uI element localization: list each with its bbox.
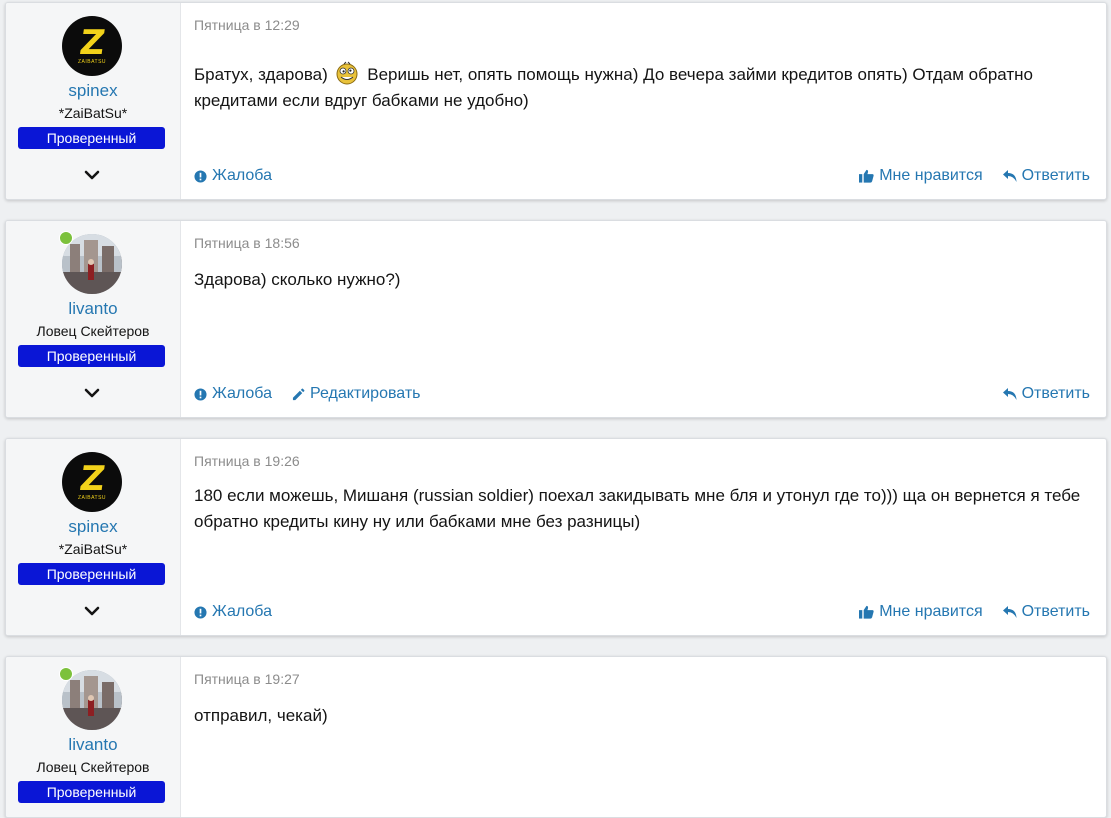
chevron-down-icon[interactable] bbox=[82, 165, 102, 185]
online-status-indicator bbox=[59, 667, 73, 681]
post-date[interactable]: Пятница в 12:29 bbox=[194, 17, 300, 33]
username[interactable]: livanto bbox=[6, 299, 180, 319]
verified-badge: Проверенный bbox=[18, 563, 165, 585]
report-label: Жалоба bbox=[212, 603, 272, 620]
avatar[interactable] bbox=[62, 670, 122, 730]
post-text: Братух, здарова) Веришь нет, опять помощ… bbox=[194, 61, 1086, 114]
username[interactable]: livanto bbox=[6, 735, 180, 755]
like-label: Мне нравится bbox=[879, 603, 983, 620]
like-button[interactable]: Мне нравится bbox=[859, 603, 983, 621]
avatar[interactable] bbox=[62, 234, 122, 294]
report-label: Жалоба bbox=[212, 385, 272, 402]
reply-label: Ответить bbox=[1021, 603, 1090, 620]
avatar-photo-image bbox=[62, 234, 122, 294]
verified-badge: Проверенный bbox=[18, 345, 165, 367]
reply-icon bbox=[1002, 388, 1017, 400]
post-text-part: Братух, здарова) bbox=[194, 65, 328, 84]
message-post: Z ZAIBATSU spinex *ZaiBatSu* Проверенный… bbox=[5, 438, 1107, 636]
avatar-photo-image bbox=[62, 670, 122, 730]
post-actions: Жалоба Мне нравится Ответить bbox=[194, 603, 1090, 621]
pencil-icon bbox=[292, 388, 305, 400]
edit-label: Редактировать bbox=[309, 385, 421, 402]
thumbs-up-icon bbox=[859, 169, 874, 183]
report-label: Жалоба bbox=[212, 167, 272, 184]
like-label: Мне нравится bbox=[879, 167, 983, 184]
reply-button[interactable]: Ответить bbox=[1002, 385, 1090, 403]
message-body: Пятница в 19:27 отправил, чекай) bbox=[181, 657, 1106, 817]
post-date[interactable]: Пятница в 19:26 bbox=[194, 453, 300, 469]
post-date[interactable]: Пятница в 18:56 bbox=[194, 235, 300, 251]
reply-label: Ответить bbox=[1021, 385, 1090, 402]
report-button[interactable]: Жалоба bbox=[194, 385, 272, 403]
user-info-panel: Z ZAIBATSU spinex *ZaiBatSu* Проверенный bbox=[6, 439, 181, 635]
online-status-indicator bbox=[59, 231, 73, 245]
avatar[interactable]: Z ZAIBATSU bbox=[62, 452, 122, 512]
chevron-down-icon[interactable] bbox=[82, 601, 102, 621]
reply-icon bbox=[1002, 170, 1017, 182]
zaibatsu-logo-letter: Z bbox=[76, 22, 108, 63]
message-post: livanto Ловец Скейтеров Проверенный Пятн… bbox=[5, 220, 1107, 418]
report-button[interactable]: Жалоба bbox=[194, 167, 272, 185]
user-info-panel: livanto Ловец Скейтеров Проверенный bbox=[6, 657, 181, 817]
user-title: *ZaiBatSu* bbox=[58, 541, 128, 557]
thumbs-up-icon bbox=[859, 605, 874, 619]
user-info-panel: Z ZAIBATSU spinex *ZaiBatSu* Проверенный bbox=[6, 3, 181, 199]
post-actions: Жалоба Редактировать Ответить bbox=[194, 385, 1090, 403]
user-title: Ловец Скейтеров bbox=[36, 759, 150, 775]
crazy-smiley-icon bbox=[336, 61, 358, 85]
user-title: *ZaiBatSu* bbox=[58, 105, 128, 121]
alert-icon bbox=[194, 605, 207, 619]
zaibatsu-logo-letter: Z bbox=[76, 458, 108, 499]
user-title: Ловец Скейтеров bbox=[36, 323, 150, 339]
message-post: livanto Ловец Скейтеров Проверенный Пятн… bbox=[5, 656, 1107, 818]
alert-icon bbox=[194, 387, 207, 401]
post-date[interactable]: Пятница в 19:27 bbox=[194, 671, 300, 687]
message-body: Пятница в 19:26 180 если можешь, Мишаня … bbox=[181, 439, 1106, 635]
username[interactable]: spinex bbox=[6, 81, 180, 101]
post-text: Здарова) сколько нужно?) bbox=[194, 270, 401, 289]
avatar[interactable]: Z ZAIBATSU bbox=[62, 16, 122, 76]
verified-badge: Проверенный bbox=[18, 781, 165, 803]
message-body: Пятница в 18:56 Здарова) сколько нужно?)… bbox=[181, 221, 1106, 417]
alert-icon bbox=[194, 169, 207, 183]
reply-icon bbox=[1002, 606, 1017, 618]
reply-button[interactable]: Ответить bbox=[1002, 603, 1090, 621]
edit-button[interactable]: Редактировать bbox=[292, 385, 421, 403]
chevron-down-icon[interactable] bbox=[82, 383, 102, 403]
reply-button[interactable]: Ответить bbox=[1002, 167, 1090, 185]
like-button[interactable]: Мне нравится bbox=[859, 167, 983, 185]
message-body: Пятница в 12:29 Братух, здарова) Веришь … bbox=[181, 3, 1106, 199]
user-info-panel: livanto Ловец Скейтеров Проверенный bbox=[6, 221, 181, 417]
post-text: 180 если можешь, Мишаня (russian soldier… bbox=[194, 486, 1081, 531]
message-post: Z ZAIBATSU spinex *ZaiBatSu* Проверенный… bbox=[5, 2, 1107, 200]
verified-badge: Проверенный bbox=[18, 127, 165, 149]
post-actions: Жалоба Мне нравится Ответить bbox=[194, 167, 1090, 185]
reply-label: Ответить bbox=[1021, 167, 1090, 184]
username[interactable]: spinex bbox=[6, 517, 180, 537]
report-button[interactable]: Жалоба bbox=[194, 603, 272, 621]
post-text: отправил, чекай) bbox=[194, 706, 328, 725]
